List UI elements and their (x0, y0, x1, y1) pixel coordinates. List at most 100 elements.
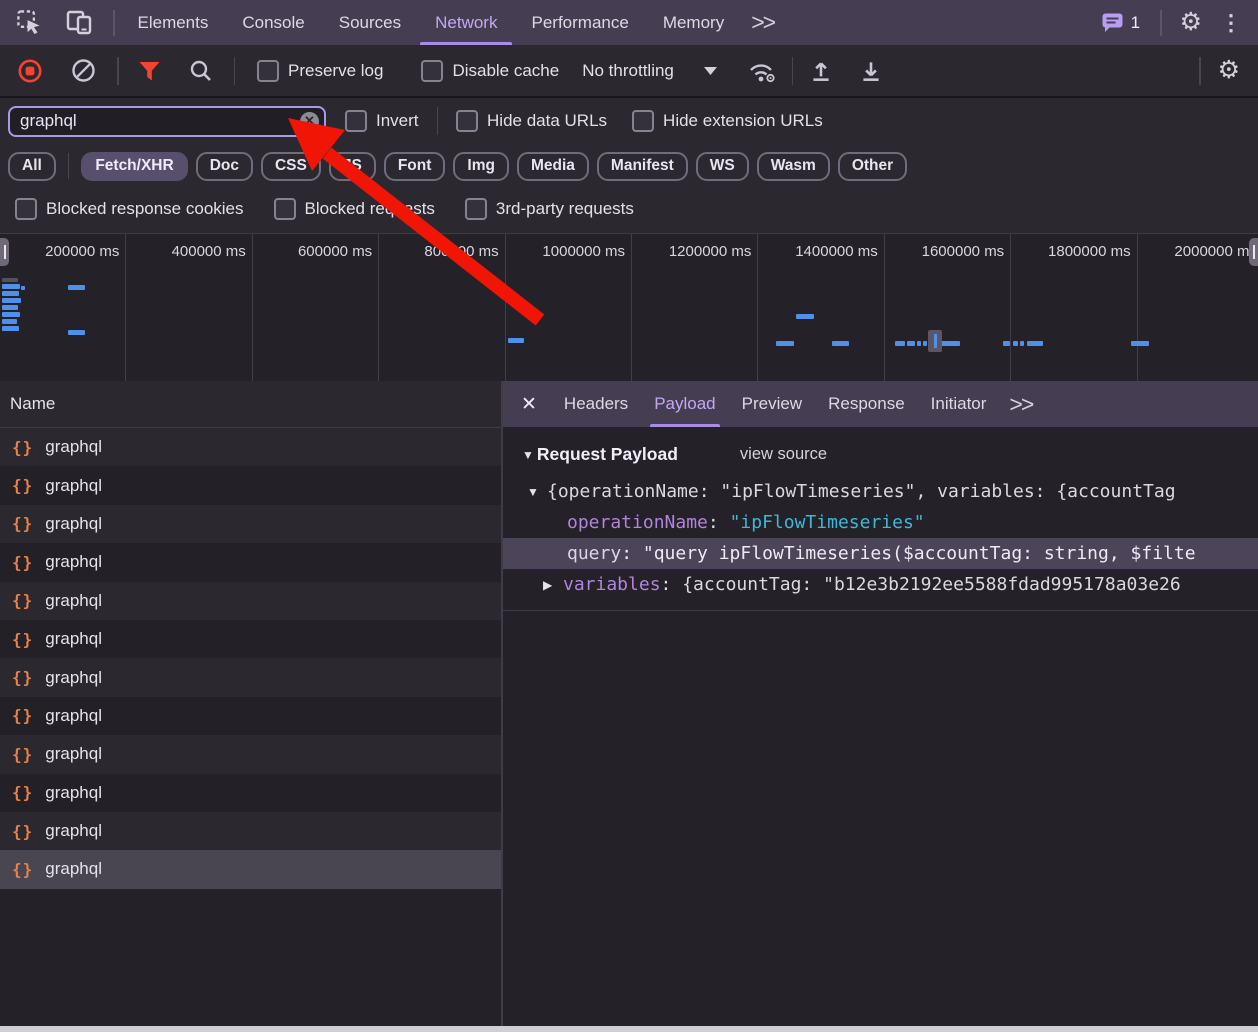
checkbox-group-blocked-response-cookies[interactable]: Blocked response cookies (15, 198, 244, 220)
request-row[interactable]: {}graphql (0, 620, 501, 658)
invert-checkbox[interactable] (345, 110, 367, 132)
request-row[interactable]: {}graphql (0, 774, 501, 812)
filter-chip-media[interactable]: Media (517, 152, 589, 181)
timeline-tick-label: 2000000 ms (1174, 243, 1257, 260)
detail-tab-headers[interactable]: Headers (551, 381, 641, 427)
timeline-tick-label: 1200000 ms (669, 243, 752, 260)
detail-tab-response[interactable]: Response (815, 381, 918, 427)
network-settings-gear-icon[interactable]: ⚙ (1218, 58, 1240, 83)
request-row[interactable]: {}graphql (0, 658, 501, 696)
clear-filter-icon[interactable]: ✕ (300, 112, 319, 131)
toolbar-divider (1199, 57, 1201, 85)
waterfall-bar (2, 305, 18, 310)
filter-chip-fetch-xhr[interactable]: Fetch/XHR (81, 152, 187, 181)
search-icon[interactable] (179, 59, 223, 83)
device-toolbar-icon[interactable] (65, 9, 93, 36)
timeline-column: 2000000 ms (1138, 234, 1258, 381)
export-har-icon[interactable] (858, 58, 884, 84)
3rd-party-requests-checkbox[interactable] (465, 198, 487, 220)
network-overview-timeline[interactable]: 200000 ms400000 ms600000 ms800000 ms1000… (0, 233, 1258, 382)
request-row[interactable]: {}graphql (0, 582, 501, 620)
json-braces-icon: {} (12, 438, 33, 457)
preserve-log-checkbox[interactable] (257, 60, 279, 82)
payload-line[interactable]: ▼{operationName: "ipFlowTimeseries", var… (503, 476, 1258, 507)
tab-performance[interactable]: Performance (514, 0, 645, 45)
detail-tab-initiator[interactable]: Initiator (918, 381, 1000, 427)
tree-toggle-icon[interactable]: ▼ (527, 485, 539, 499)
clear-network-log-button[interactable] (61, 58, 105, 83)
message-bubble-icon (1101, 12, 1124, 33)
filter-chip-js[interactable]: JS (329, 152, 376, 181)
filter-chip-font[interactable]: Font (384, 152, 446, 181)
inspect-element-icon[interactable] (16, 9, 43, 36)
timeline-column: 1400000 ms (758, 234, 884, 381)
payload-line[interactable]: query: "query ipFlowTimeseries($accountT… (503, 538, 1258, 569)
hide-data-urls-checkbox[interactable] (456, 110, 478, 132)
filter-row: ✕ Invert Hide data URLs Hide extension U… (0, 98, 1258, 144)
filter-chip-img[interactable]: Img (453, 152, 509, 181)
close-detail-icon[interactable]: ✕ (521, 393, 537, 416)
timeline-left-grip[interactable] (0, 238, 9, 266)
tab-memory[interactable]: Memory (646, 0, 741, 45)
more-tabs-icon[interactable]: >> (741, 9, 784, 36)
filter-chip-wasm[interactable]: Wasm (757, 152, 830, 181)
payload-line[interactable]: operationName: "ipFlowTimeseries" (503, 507, 1258, 538)
issues-counter[interactable]: 1 (1101, 12, 1140, 33)
request-row[interactable]: {}graphql (0, 505, 501, 543)
blocked-requests-checkbox[interactable] (274, 198, 296, 220)
payload-token: variables (563, 574, 661, 595)
throttling-select[interactable]: No throttling (582, 61, 717, 81)
waterfall-bar (21, 286, 25, 290)
section-collapse-icon[interactable]: ▼ (522, 448, 534, 462)
blocked-filters-row: Blocked response cookies Blocked requests… (0, 188, 1258, 230)
toolbar-divider (792, 57, 794, 85)
tree-toggle-icon[interactable]: ▶ (543, 578, 552, 592)
timeline-right-grip[interactable] (1249, 238, 1258, 266)
tab-sources[interactable]: Sources (322, 0, 418, 45)
tab-elements[interactable]: Elements (121, 0, 226, 45)
hide-extension-urls-checkbox[interactable] (632, 110, 654, 132)
tab-network[interactable]: Network (418, 0, 514, 45)
timeline-tick-label: 400000 ms (172, 243, 246, 260)
request-row[interactable]: {}graphql (0, 697, 501, 735)
tab-console[interactable]: Console (225, 0, 321, 45)
waterfall-bar (895, 341, 905, 346)
request-row[interactable]: {}graphql (0, 428, 501, 466)
checkbox-group-3rd-party-requests[interactable]: 3rd-party requests (465, 198, 634, 220)
network-toolbar: Preserve log Disable cache No throttling (0, 45, 1258, 98)
checkbox-group-blocked-requests[interactable]: Blocked requests (274, 198, 435, 220)
request-row[interactable]: {}graphql (0, 466, 501, 504)
chevron-down-icon (704, 67, 717, 75)
request-row[interactable]: {}graphql (0, 735, 501, 773)
name-column-header[interactable]: Name (0, 381, 501, 428)
request-row[interactable]: {}graphql (0, 543, 501, 581)
record-network-log-button[interactable] (8, 58, 52, 84)
filter-chip-other[interactable]: Other (838, 152, 907, 181)
detail-tabs: HeadersPayloadPreviewResponseInitiator (551, 381, 999, 427)
disable-cache-checkbox[interactable] (421, 60, 443, 82)
filter-input[interactable] (8, 106, 326, 137)
detail-more-tabs-icon[interactable]: >> (999, 391, 1042, 418)
import-har-icon[interactable] (808, 58, 834, 84)
detail-tab-payload[interactable]: Payload (641, 381, 728, 427)
timeline-column: 600000 ms (253, 234, 379, 381)
request-row[interactable]: {}graphql (0, 850, 501, 888)
filter-chip-all[interactable]: All (8, 152, 56, 181)
request-table: Name {}graphql{}graphql{}graphql{}graphq… (0, 381, 501, 1026)
network-conditions-icon[interactable] (746, 58, 778, 84)
payload-token: : "query ipFlowTimeseries($accountTag: s… (621, 543, 1195, 564)
timeline-column: 400000 ms (126, 234, 252, 381)
blocked-response-cookies-checkbox[interactable] (15, 198, 37, 220)
view-source-link[interactable]: view source (740, 445, 827, 464)
kebab-menu-icon[interactable]: ⋮ (1220, 10, 1242, 36)
request-name: graphql (45, 591, 102, 611)
filter-chip-manifest[interactable]: Manifest (597, 152, 688, 181)
payload-line[interactable]: ▶variables: {accountTag: "b12e3b2192ee55… (503, 569, 1258, 600)
filter-chip-ws[interactable]: WS (696, 152, 749, 181)
filter-chip-doc[interactable]: Doc (196, 152, 253, 181)
filter-funnel-icon[interactable] (128, 60, 172, 82)
filter-chip-css[interactable]: CSS (261, 152, 321, 181)
detail-tab-preview[interactable]: Preview (729, 381, 815, 427)
settings-gear-icon[interactable]: ⚙ (1180, 10, 1202, 35)
request-row[interactable]: {}graphql (0, 812, 501, 850)
